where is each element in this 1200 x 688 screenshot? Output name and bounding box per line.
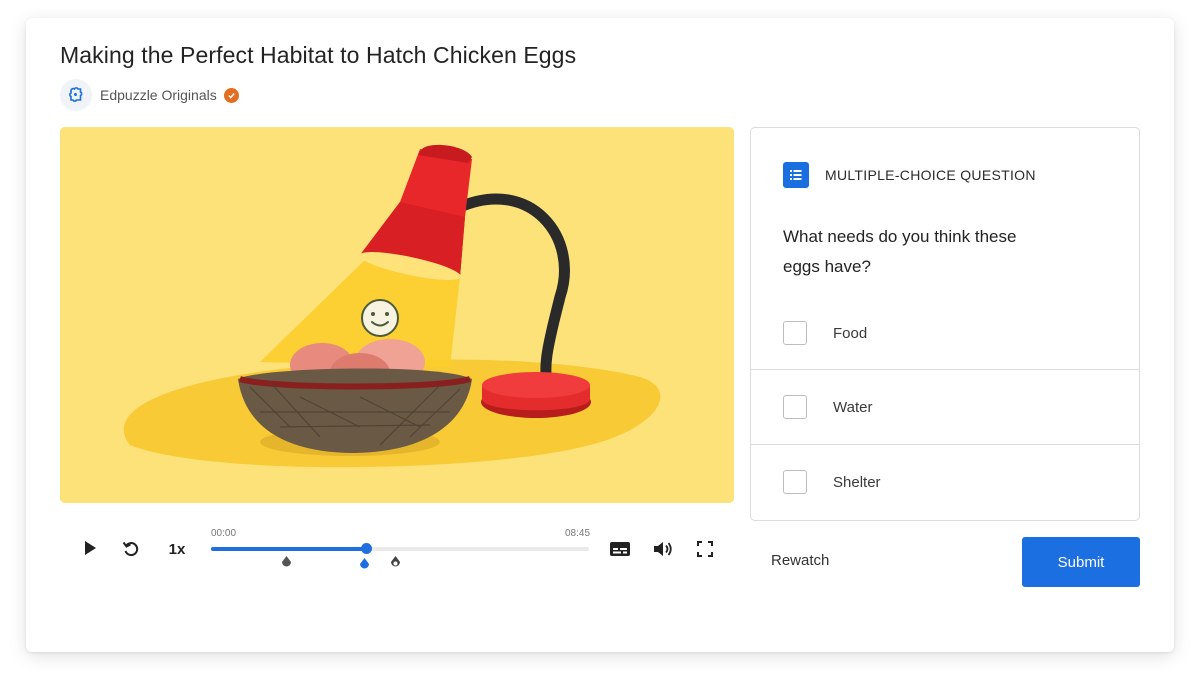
fullscreen-icon[interactable] — [694, 538, 716, 560]
option-label: Water — [833, 398, 873, 416]
captions-icon[interactable] — [609, 538, 631, 560]
time-end: 08:45 — [565, 528, 591, 539]
speed-button[interactable]: 1x — [164, 538, 190, 560]
question-marker-icon[interactable] — [390, 556, 401, 574]
option-checkbox[interactable] — [783, 321, 807, 345]
question-type-label: MULTIPLE-CHOICE QUESTION — [825, 167, 1036, 183]
play-icon[interactable] — [80, 538, 100, 558]
option-checkbox[interactable] — [783, 395, 807, 419]
puzzle-logo-icon — [60, 79, 92, 111]
time-start: 00:00 — [211, 528, 237, 539]
option-shelter[interactable]: Shelter — [751, 444, 1139, 519]
question-marker-icon[interactable] — [281, 556, 292, 574]
question-type: MULTIPLE-CHOICE QUESTION — [783, 162, 1036, 188]
verified-icon — [223, 87, 239, 103]
video-controls: 1x 00:00 08:45 — [60, 520, 734, 580]
list-icon — [783, 162, 809, 188]
progress-handle[interactable] — [360, 543, 372, 554]
rewatch-button[interactable]: Rewatch — [771, 552, 829, 569]
progress-fill — [211, 547, 366, 551]
option-checkbox[interactable] — [783, 470, 807, 494]
question-panel: MULTIPLE-CHOICE QUESTION What needs do y… — [750, 127, 1140, 521]
channel-info: Edpuzzle Originals — [60, 79, 239, 111]
question-text: What needs do you think these eggs have? — [783, 227, 1017, 276]
video-frame[interactable] — [60, 127, 734, 503]
submit-button[interactable]: Submit — [1022, 537, 1140, 587]
volume-icon[interactable] — [652, 538, 674, 560]
page-title: Making the Perfect Habitat to Hatch Chic… — [60, 42, 577, 68]
option-label: Shelter — [833, 473, 881, 491]
option-label: Food — [833, 324, 868, 342]
progress-track[interactable] — [211, 543, 589, 554]
video-thumbnail — [60, 127, 734, 503]
option-food[interactable]: Food — [751, 296, 1139, 370]
question-marker-icon[interactable] — [359, 558, 370, 576]
channel-name[interactable]: Edpuzzle Originals — [100, 87, 217, 103]
option-water[interactable]: Water — [751, 369, 1139, 444]
replay-icon[interactable] — [120, 538, 142, 560]
